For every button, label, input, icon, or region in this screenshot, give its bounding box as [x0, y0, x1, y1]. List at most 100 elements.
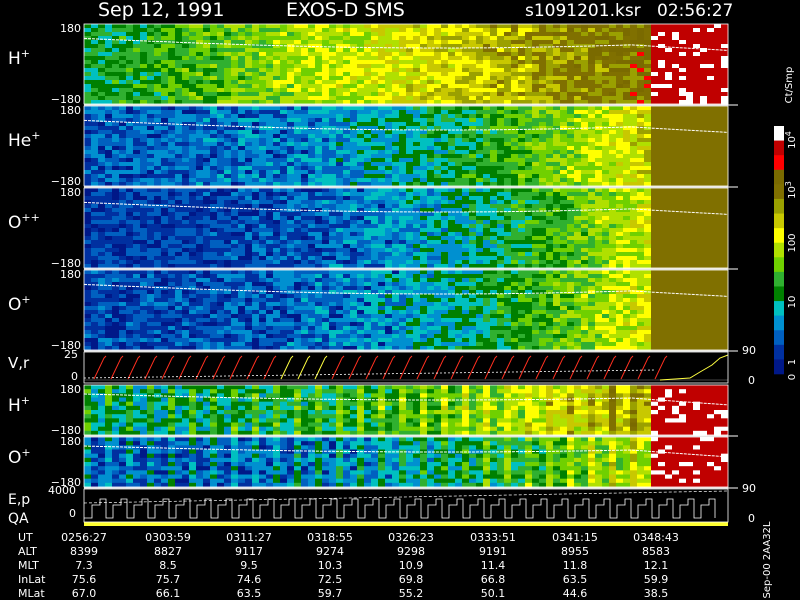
colorbar-swatch-8 [774, 228, 784, 244]
colorbar-tick-4: 10 [787, 296, 798, 309]
colorbar-tick-2: 103 [784, 181, 798, 199]
ep-label: E,p [8, 492, 30, 508]
velocity-trace-26 [518, 355, 532, 380]
energy-step-trace [84, 498, 716, 519]
vr-right-top: 90 [742, 344, 756, 357]
species-name: O [8, 213, 21, 233]
vr-zero-tick: 0 [71, 370, 78, 383]
velocity-trace-33 [637, 355, 651, 380]
colorbar-swatch-9 [774, 242, 784, 258]
species-label-5: H+ [8, 394, 30, 416]
colorbar-swatch-5 [774, 184, 784, 200]
velocity-trace-4 [144, 355, 158, 380]
velocity-trace-15 [331, 355, 345, 380]
vr-top-tick: 25 [64, 348, 78, 361]
velocity-trace-end [659, 354, 729, 381]
spectrogram-panel-5: 180−180H+ [8, 383, 738, 437]
species-charge: + [21, 446, 30, 459]
ephemeris-cell: 50.1 [481, 587, 506, 600]
ephemeris-cell: 66.1 [156, 587, 181, 600]
ephemeris-cell: 55.2 [399, 587, 424, 600]
exos-d-sms-plot: Sep 12, 1991 EXOS-D SMS s1091201.ksr 02:56:… [0, 0, 800, 600]
species-name: He [8, 131, 31, 151]
ephemeris-cell: 0311:27 [226, 531, 272, 544]
species-label-2: He+ [8, 129, 40, 151]
row-label-inlat: InLat [18, 573, 46, 586]
spectrogram-panel-6: 180−180O+ [8, 435, 738, 489]
ephemeris-cell: 0348:43 [633, 531, 679, 544]
row-label-mlat: MLat [18, 587, 45, 600]
colorbar-swatch-7 [774, 213, 784, 229]
colorbar-swatch-15 [774, 330, 784, 346]
species-charge: + [31, 129, 40, 142]
colorbar-swatch-12 [774, 286, 784, 302]
ephemeris-cell: 59.7 [318, 587, 343, 600]
spectrogram-panel-4: 180−180O+ [8, 268, 738, 352]
colorbar-unit: Ct/Smp [784, 67, 795, 104]
ephemeris-cell: 0256:27 [61, 531, 107, 544]
ephemeris-cell: 75.7 [156, 573, 181, 586]
ephemeris-cell: 10.3 [318, 559, 343, 572]
ephemeris-cell: 63.5 [237, 587, 262, 600]
ephemeris-cell: 12.1 [644, 559, 669, 572]
velocity-trace-5 [161, 355, 175, 380]
colorbar-swatch-17 [774, 359, 784, 375]
ephemeris-cell: 10.9 [399, 559, 424, 572]
velocity-trace-16 [348, 355, 362, 380]
ephemeris-cell: 69.8 [399, 573, 424, 586]
velocity-trace-31 [603, 355, 617, 380]
velocity-trace-20 [416, 355, 430, 380]
colorbar-swatch-16 [774, 344, 784, 360]
ephemeris-cell: 8.5 [159, 559, 177, 572]
ephemeris-cell: 8583 [642, 545, 670, 558]
ephemeris-cell: 0318:55 [307, 531, 353, 544]
spectrogram-panel-1: 180−180H+ [8, 22, 738, 106]
velocity-trace-7 [195, 355, 209, 380]
vr-label: V,r [8, 354, 30, 372]
processing-stamp: Sep-00 2AA32L [762, 521, 773, 598]
colorbar-swatch-4 [774, 169, 784, 185]
ephemeris-cell: 9117 [235, 545, 263, 558]
ephemeris-cell: 9298 [397, 545, 425, 558]
panel-top-tick-4: 180 [60, 268, 81, 281]
spectrogram-panel-3: 180−180O++ [8, 186, 738, 270]
ephemeris-cell: 0303:59 [145, 531, 191, 544]
ephemeris-cell: 0326:23 [388, 531, 434, 544]
colorbar-swatch-11 [774, 271, 784, 287]
velocity-trace-3 [127, 355, 141, 380]
ephemeris-cell: 75.6 [72, 573, 97, 586]
colorbar-tick-6: 0 [787, 374, 798, 380]
species-label-1: H+ [8, 47, 30, 69]
colorbar-tick-3: 100 [787, 233, 798, 252]
velocity-trace-34 [654, 355, 668, 380]
ephemeris-cell: 11.4 [481, 559, 506, 572]
velocity-trace-1 [93, 355, 107, 380]
velocity-trace-21 [433, 355, 447, 380]
row-label-mlt: MLT [18, 559, 39, 572]
colorbar-swatch-13 [774, 301, 784, 316]
velocity-trace-19 [399, 355, 413, 380]
species-charge: + [21, 293, 30, 306]
velocity-trace-32 [620, 355, 634, 380]
ep-right-bottom: 0 [748, 512, 755, 525]
header-file: s1091201.ksr [525, 1, 641, 21]
ephemeris-table: UTALTMLTInLatMLat 0256:2783997.375.667.0 0… [18, 521, 773, 600]
colorbar-tick-1: 104 [784, 131, 798, 149]
velocity-trace-30 [586, 355, 600, 380]
ephemeris-cell: 66.8 [481, 573, 506, 586]
species-name: H [8, 49, 21, 69]
spectrogram-figure: Sep 12, 1991 EXOS-D SMS s1091201.ksr 02:56:… [8, 0, 798, 600]
row-label-ut: UT [18, 531, 33, 544]
ephemeris-cell: 8399 [70, 545, 98, 558]
ephemeris-cell: 44.6 [563, 587, 588, 600]
velocity-trace-22 [450, 355, 464, 380]
species-name: O [8, 295, 21, 315]
species-name: O [8, 448, 21, 468]
velocity-trace-18 [382, 355, 396, 380]
velocity-trace-29 [569, 355, 583, 380]
qa-bar [84, 522, 728, 526]
velocity-trace-13 [297, 355, 311, 380]
species-label-3: O++ [8, 211, 40, 233]
species-charge: + [21, 47, 30, 60]
ephemeris-cell: 59.9 [644, 573, 669, 586]
